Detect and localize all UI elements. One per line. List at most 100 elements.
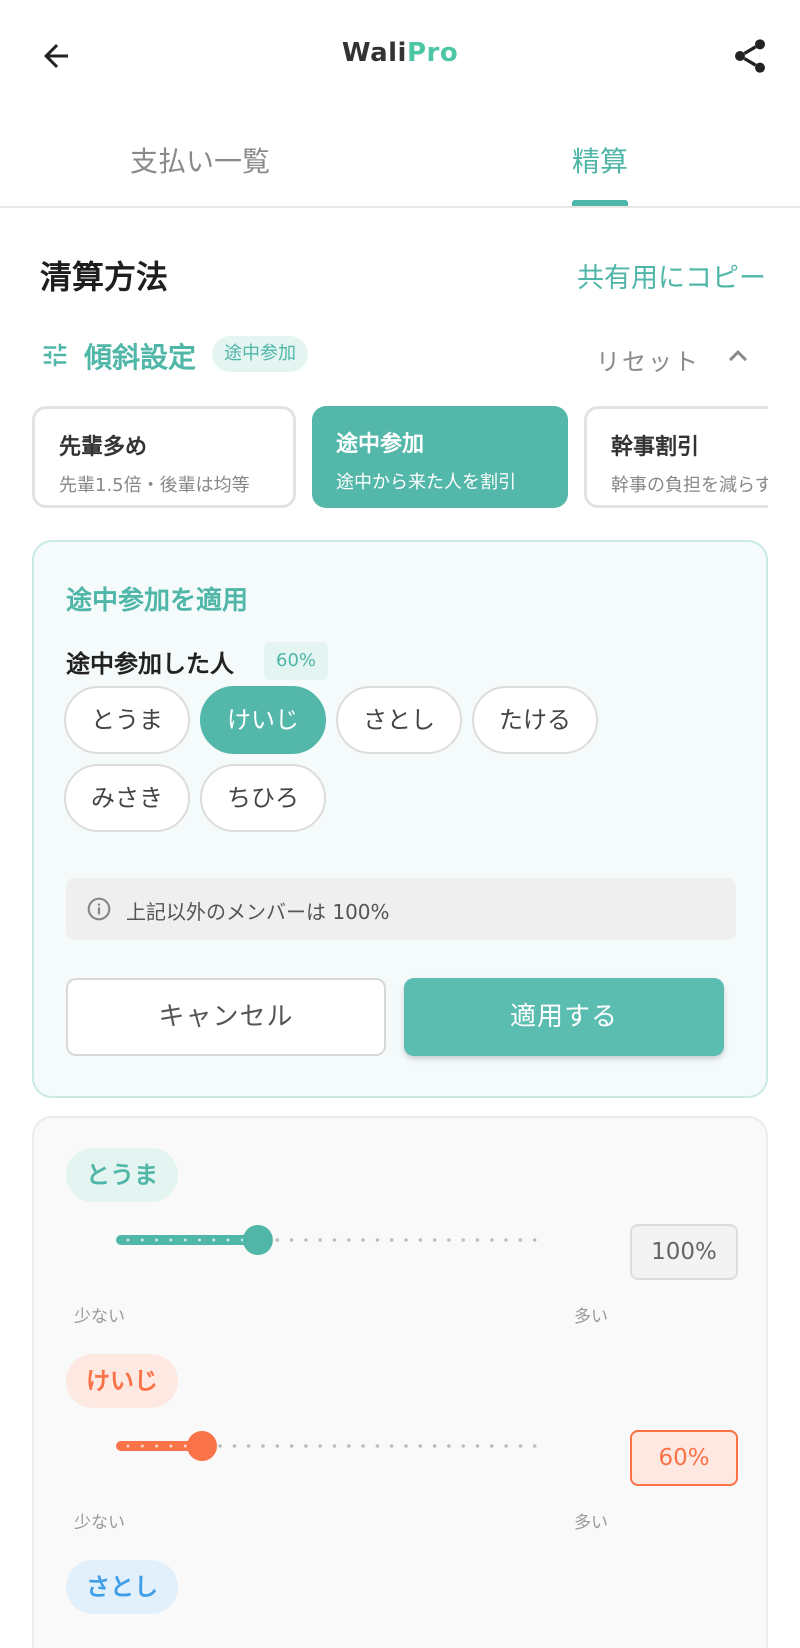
tab-bar: 支払い一覧 精算: [0, 112, 800, 208]
slider-tick: [361, 1444, 365, 1448]
slider-tick: [212, 1238, 216, 1242]
slider-tick: [447, 1238, 451, 1242]
preset-title: 途中参加: [336, 432, 425, 457]
slider-thumb[interactable]: [242, 1225, 273, 1255]
slider-tick: [389, 1238, 394, 1242]
member-chip[interactable]: たける: [472, 686, 598, 754]
preset-title: 幹事割引: [611, 435, 700, 460]
reset-button[interactable]: リセット: [596, 342, 700, 377]
slider-tick: [461, 1444, 466, 1448]
top-app-bar: WaliPro: [0, 0, 800, 112]
logo-text-wali: Wali: [341, 38, 407, 68]
slider-tick: [218, 1444, 222, 1448]
tune-icon: [43, 343, 67, 367]
logo-text-pro: Pro: [406, 38, 459, 68]
member-weights-card: とうま 100% 少ない 多い けいじ 60% 少ない 多い さとし: [32, 1116, 768, 1648]
slider-tick: [475, 1238, 480, 1242]
chevron-up-icon[interactable]: [720, 338, 756, 374]
slider-tick: [232, 1444, 237, 1448]
slider-tick: [226, 1238, 230, 1242]
apply-preset-panel: 途中参加を適用 途中参加した人 60% とうま けいじ さとし たける みさき …: [32, 540, 768, 1098]
slider-tick: [261, 1444, 265, 1448]
slider-tick: [304, 1238, 308, 1242]
slider-tick: [246, 1444, 251, 1448]
active-tab-indicator: [572, 200, 628, 206]
slope-settings-header[interactable]: 傾斜設定 途中参加 リセット: [40, 334, 770, 378]
member-chip[interactable]: とうま: [64, 686, 190, 754]
app-logo: WaliPro: [0, 38, 800, 68]
preset-card-organizer[interactable]: 幹事割引 幹事の負担を減らす: [584, 406, 768, 508]
slider-min-label: 少ない: [74, 1513, 125, 1533]
slider-tick: [289, 1238, 294, 1242]
tab-settlement[interactable]: 精算: [572, 140, 628, 180]
slider-tick: [518, 1238, 523, 1242]
slider-tick: [140, 1238, 144, 1242]
slider-tick: [198, 1238, 201, 1242]
copy-for-sharing-link[interactable]: 共有用にコピー: [577, 256, 766, 295]
slider-tick: [504, 1238, 508, 1242]
member-chip-selected[interactable]: けいじ: [200, 686, 326, 754]
slider-tick: [490, 1444, 494, 1448]
slider-tick: [475, 1444, 480, 1448]
slider-tick: [375, 1444, 380, 1448]
preset-subtitle: 先輩1.5倍・後輩は均等: [59, 475, 250, 496]
slider-tick: [183, 1238, 187, 1242]
member-name-pill: さとし: [66, 1560, 178, 1614]
slider-thumb[interactable]: [187, 1431, 217, 1461]
preset-title: 先輩多め: [59, 435, 148, 460]
slider-tick: [418, 1238, 423, 1242]
slider-min-label: 少ない: [74, 1307, 125, 1327]
apply-panel-title: 途中参加を適用: [66, 586, 249, 616]
slope-settings-label: 傾斜設定: [84, 341, 197, 374]
info-note-text: 上記以外のメンバーは 100%: [126, 900, 390, 924]
slider-tick: [404, 1444, 408, 1448]
slider-tick: [169, 1444, 173, 1448]
slider-tick: [318, 1444, 322, 1448]
late-joiners-label: 途中参加した人: [66, 650, 234, 678]
slider-tick: [361, 1238, 365, 1242]
weight-value-box[interactable]: 60%: [630, 1430, 738, 1486]
slider-tick: [490, 1238, 494, 1242]
slider-tick: [289, 1444, 294, 1448]
slider-tick: [332, 1444, 337, 1448]
share-button[interactable]: [718, 24, 782, 88]
slider-max-label: 多い: [574, 1307, 608, 1327]
slider-tick: [461, 1238, 466, 1242]
slider-tick: [432, 1238, 437, 1242]
cancel-button[interactable]: キャンセル: [66, 978, 386, 1056]
member-name-pill: けいじ: [66, 1354, 178, 1408]
share-icon: [735, 39, 765, 73]
preset-subtitle: 途中から来た人を割引: [336, 472, 516, 493]
slider-tick: [304, 1444, 308, 1448]
slider-active-track: [116, 1235, 258, 1245]
preset-subtitle: 幹事の負担を減らす: [611, 475, 768, 496]
preset-card-late-join[interactable]: 途中参加 途中から来た人を割引: [312, 406, 568, 508]
slider-tick: [375, 1238, 380, 1242]
slider-tick: [155, 1238, 159, 1242]
slider-tick: [169, 1238, 173, 1242]
slider-tick: [332, 1238, 337, 1242]
slider-tick: [275, 1238, 280, 1242]
active-preset-badge: 途中参加: [212, 336, 308, 372]
preset-carousel: 先輩多め 先輩1.5倍・後輩は均等 途中参加 途中から来た人を割引 幹事割引 幹…: [32, 406, 768, 510]
weight-slider[interactable]: [110, 1426, 552, 1466]
slider-tick: [275, 1444, 280, 1448]
member-chip[interactable]: みさき: [64, 764, 190, 832]
slider-tick: [504, 1444, 508, 1448]
slider-tick: [140, 1444, 144, 1448]
slider-tick: [183, 1444, 187, 1448]
weight-value-box[interactable]: 100%: [630, 1224, 738, 1280]
weight-slider[interactable]: [110, 1220, 552, 1260]
slider-tick: [318, 1238, 322, 1242]
preset-card-senior[interactable]: 先輩多め 先輩1.5倍・後輩は均等: [32, 406, 296, 508]
slider-tick: [518, 1444, 523, 1448]
slider-tick: [155, 1444, 159, 1448]
section-title: 清算方法: [40, 258, 169, 296]
slider-tick: [532, 1238, 537, 1242]
member-chip[interactable]: さとし: [336, 686, 462, 754]
slider-max-label: 多い: [574, 1513, 608, 1533]
tab-payments[interactable]: 支払い一覧: [130, 140, 270, 180]
member-chip[interactable]: ちひろ: [200, 764, 326, 832]
slider-tick: [432, 1444, 437, 1448]
apply-button[interactable]: 適用する: [404, 978, 724, 1056]
